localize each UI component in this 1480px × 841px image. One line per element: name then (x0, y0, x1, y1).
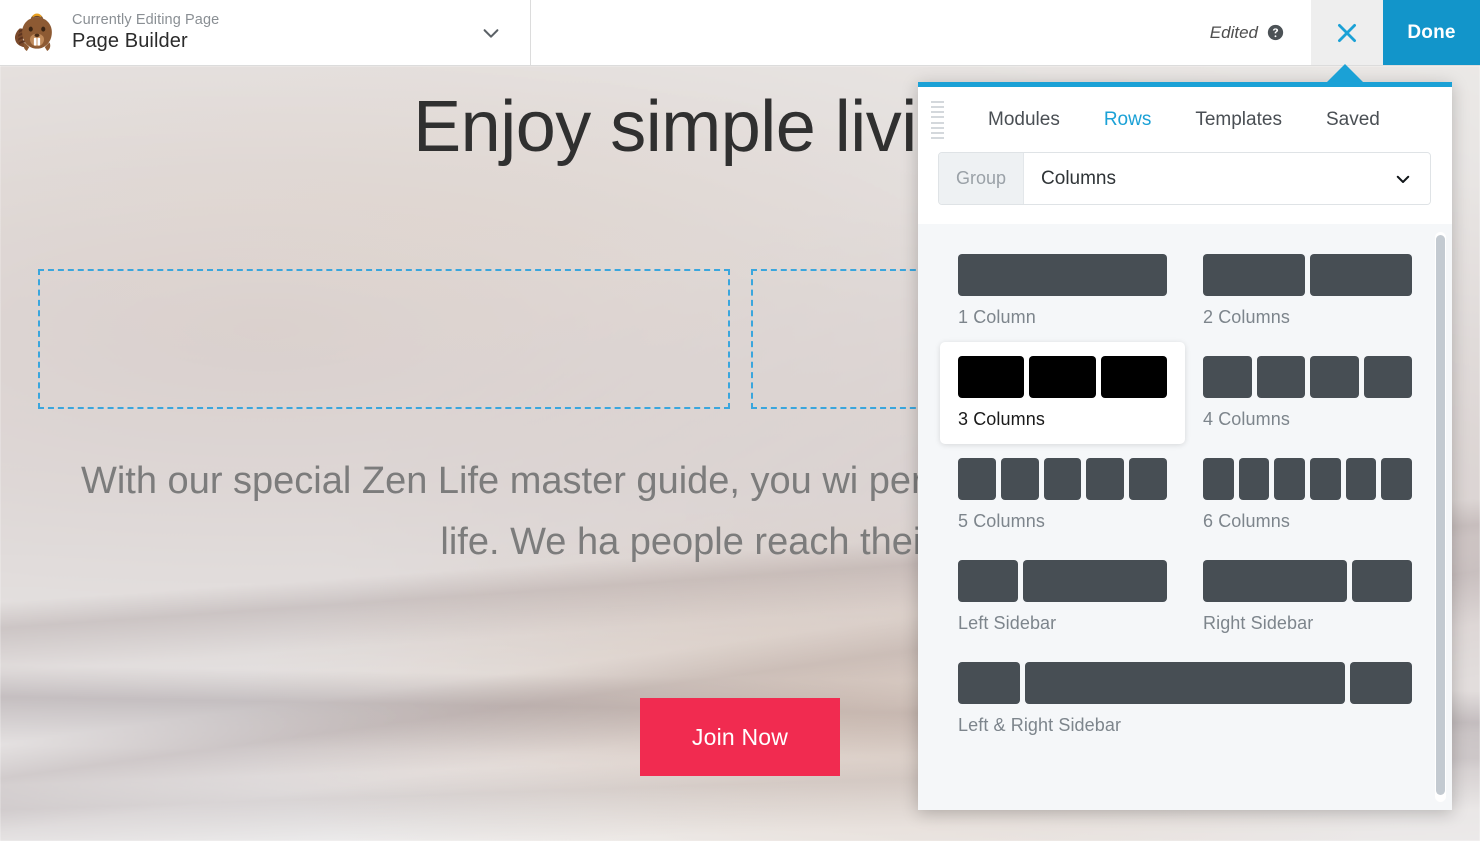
row-layout-column-block (1203, 356, 1252, 398)
row-layout-label: 3 Columns (958, 409, 1045, 429)
row-layout-label: 1 Column (958, 307, 1036, 327)
row-layout-preview (1203, 356, 1412, 398)
admin-bar-actions: Edited Done (531, 0, 1480, 65)
row-layout-left-right-sidebar[interactable]: Left & Right Sidebar (940, 648, 1430, 750)
row-layout-preview (958, 356, 1167, 398)
panel-scrollbar[interactable] (1435, 232, 1446, 802)
panel-tabs: Modules Rows Templates Saved (966, 103, 1402, 137)
row-layout-column-block (1203, 560, 1347, 602)
edited-status: Edited (1210, 23, 1284, 43)
page-builder-title: Page Builder (72, 29, 188, 52)
row-layout-preview (958, 560, 1167, 602)
row-layout-column-block (1029, 356, 1096, 398)
row-layout-column-block (958, 560, 1018, 602)
row-layout-column-block (1310, 458, 1341, 500)
row-layout-column-block (958, 662, 1020, 704)
row-layout-column-block (1043, 458, 1082, 500)
page-builder-screen: Currently Editing Page Page Builder Edit… (0, 0, 1480, 841)
row-layout-column-block (1256, 356, 1305, 398)
panel-header: Modules Rows Templates Saved (918, 87, 1452, 152)
row-layout-preview (958, 254, 1167, 296)
row-layout-preview (1203, 560, 1412, 602)
done-button[interactable]: Done (1383, 0, 1480, 65)
row-layout-column-block (1086, 458, 1125, 500)
row-layout-5-columns[interactable]: 5 Columns (940, 444, 1185, 546)
row-layout-label: 2 Columns (1203, 307, 1290, 327)
row-layout-3-columns[interactable]: 3 Columns (940, 342, 1185, 444)
row-layout-label: Left Sidebar (958, 613, 1057, 633)
tab-saved[interactable]: Saved (1304, 103, 1402, 137)
drag-grip-icon[interactable] (931, 101, 944, 139)
row-layout-left-sidebar[interactable]: Left Sidebar (940, 546, 1185, 648)
admin-bar: Currently Editing Page Page Builder Edit… (0, 0, 1480, 66)
chevron-down-icon[interactable] (480, 22, 502, 44)
row-layouts-grid: 1 Column 2 Columns 3 Columns 4 Columns 5 Col… (918, 224, 1452, 760)
content-panel: Modules Rows Templates Saved Group Columns … (918, 64, 1452, 810)
row-layout-column-block (1310, 356, 1359, 398)
row-layout-2-columns[interactable]: 2 Columns (1185, 240, 1430, 342)
row-layout-column-block (958, 356, 1025, 398)
row-layout-column-block (958, 254, 1167, 296)
empty-column-placeholder[interactable] (38, 269, 730, 409)
group-select[interactable]: Columns (1024, 153, 1430, 204)
beaver-builder-logo-icon (14, 12, 52, 51)
group-select-value: Columns (1041, 167, 1117, 189)
row-layouts-scroll-area: 1 Column 2 Columns 3 Columns 4 Columns 5 Col… (918, 224, 1452, 810)
row-layout-column-block (1203, 458, 1234, 500)
row-layout-preview (958, 662, 1413, 704)
tab-modules[interactable]: Modules (966, 103, 1082, 137)
row-layout-column-block (958, 458, 996, 500)
row-layout-label: Right Sidebar (1203, 613, 1314, 633)
row-layout-column-block (1350, 662, 1413, 704)
close-x-icon (1338, 23, 1356, 42)
row-layout-preview (1203, 458, 1413, 500)
row-layout-label: 4 Columns (1203, 409, 1290, 429)
row-layout-column-block (1381, 458, 1413, 500)
row-layout-label: Left & Right Sidebar (958, 715, 1122, 735)
row-layout-column-block (1274, 458, 1306, 500)
row-layout-preview (958, 458, 1167, 500)
admin-bar-titles: Currently Editing Page Page Builder (72, 12, 219, 53)
row-layout-column-block (1100, 356, 1167, 398)
join-now-button[interactable]: Join Now (640, 698, 840, 776)
panel-scrollbar-thumb[interactable] (1436, 235, 1445, 795)
row-layout-column-block (1000, 458, 1039, 500)
row-layout-4-columns[interactable]: 4 Columns (1185, 342, 1430, 444)
chevron-down-icon (1396, 175, 1410, 183)
tab-rows[interactable]: Rows (1082, 103, 1174, 137)
row-layout-column-block (1129, 458, 1167, 500)
row-layout-column-block (1310, 254, 1412, 296)
row-layout-1-column[interactable]: 1 Column (940, 240, 1185, 342)
panel-pointer-arrow (1326, 64, 1364, 83)
row-layout-label: 6 Columns (1203, 511, 1290, 531)
row-layout-6-columns[interactable]: 6 Columns (1185, 444, 1430, 546)
help-circle-icon[interactable] (1267, 24, 1284, 41)
edited-label: Edited (1209, 22, 1258, 42)
row-layout-label: 5 Columns (958, 511, 1045, 531)
row-layout-column-block (1345, 458, 1377, 500)
group-filter-bar: Group Columns (938, 152, 1431, 205)
row-layout-column-block (1363, 356, 1412, 398)
close-panel-button[interactable] (1311, 0, 1383, 65)
tab-templates[interactable]: Templates (1173, 103, 1304, 137)
row-layout-column-block (1238, 458, 1270, 500)
row-layout-right-sidebar[interactable]: Right Sidebar (1185, 546, 1430, 648)
row-layout-column-block (1024, 662, 1346, 704)
row-layout-preview (1203, 254, 1412, 296)
row-layout-column-block (1352, 560, 1412, 602)
group-label: Group (939, 153, 1025, 204)
admin-bar-page-info[interactable]: Currently Editing Page Page Builder (0, 0, 531, 65)
row-layout-column-block (1203, 254, 1305, 296)
row-layout-column-block (1023, 560, 1167, 602)
currently-editing-label: Currently Editing Page (72, 12, 220, 29)
